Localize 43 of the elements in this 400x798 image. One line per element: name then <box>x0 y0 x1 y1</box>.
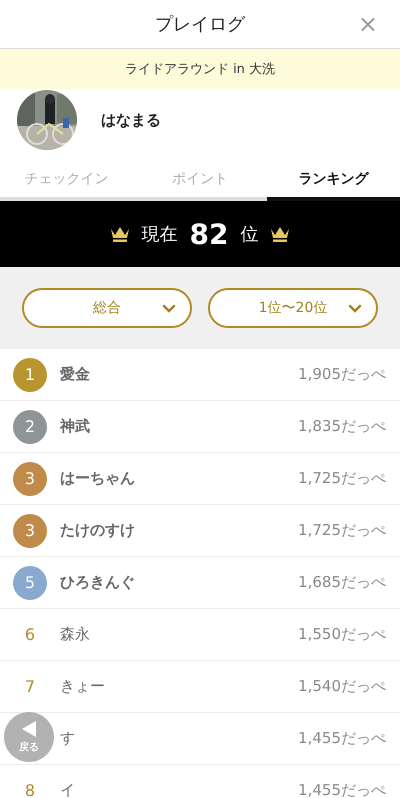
player-score: 1,835だっぺ <box>298 417 386 436</box>
rank-number: 6 <box>24 625 36 644</box>
player-score: 1,725だっぺ <box>298 521 386 540</box>
rank-medal: 2 <box>13 410 47 444</box>
chevron-icon <box>348 304 362 313</box>
crown-icon <box>110 225 130 243</box>
player-score: 1,455だっぺ <box>298 729 386 748</box>
player-name: ひろきんぐ <box>60 573 136 592</box>
player-name: はーちゃん <box>60 469 136 488</box>
player-name: 神武 <box>60 417 91 436</box>
player-score: 1,905だっぺ <box>298 365 386 384</box>
back-button[interactable]: 戻る <box>4 712 54 762</box>
player-name: 愛金 <box>60 365 91 384</box>
dropdown[interactable]: 総合 <box>22 288 192 328</box>
rank-number: 7 <box>24 677 36 696</box>
player-score: 1,685だっぺ <box>298 573 386 592</box>
tab[interactable]: ポイント <box>133 161 267 201</box>
player-score: 1,540だっぺ <box>298 677 386 696</box>
rank-number: 8 <box>24 781 36 798</box>
player-score: 1,725だっぺ <box>298 469 386 488</box>
close-button[interactable]: × <box>354 10 382 38</box>
back-icon <box>21 720 37 738</box>
page-title: プレイログ <box>155 13 245 36</box>
player-score: 1,550だっぺ <box>298 625 386 644</box>
player-name: す <box>60 729 76 748</box>
rank-medal: 5 <box>13 566 47 600</box>
rank-prefix: 現在 <box>142 223 178 246</box>
tab[interactable]: チェックイン <box>0 161 134 201</box>
rank-medal: 3 <box>13 462 47 496</box>
rank-medal: 3 <box>13 514 47 548</box>
user-name: はなまる <box>101 110 161 130</box>
crown-icon <box>270 225 290 243</box>
chevron-icon <box>162 304 176 313</box>
current-rank: 82 <box>190 218 228 250</box>
player-score: 1,455だっぺ <box>298 781 386 798</box>
rank-medal: 1 <box>13 358 47 392</box>
event-banner: ライドアラウンド in 大洗 <box>0 49 400 89</box>
rank-suffix: 位 <box>240 223 258 246</box>
dropdown[interactable]: 1位〜20位 <box>208 288 378 328</box>
player-name: イ <box>60 781 76 798</box>
player-name: 森永 <box>60 625 91 644</box>
player-name: たけのすけ <box>60 521 136 540</box>
player-name: きょー <box>60 677 106 696</box>
